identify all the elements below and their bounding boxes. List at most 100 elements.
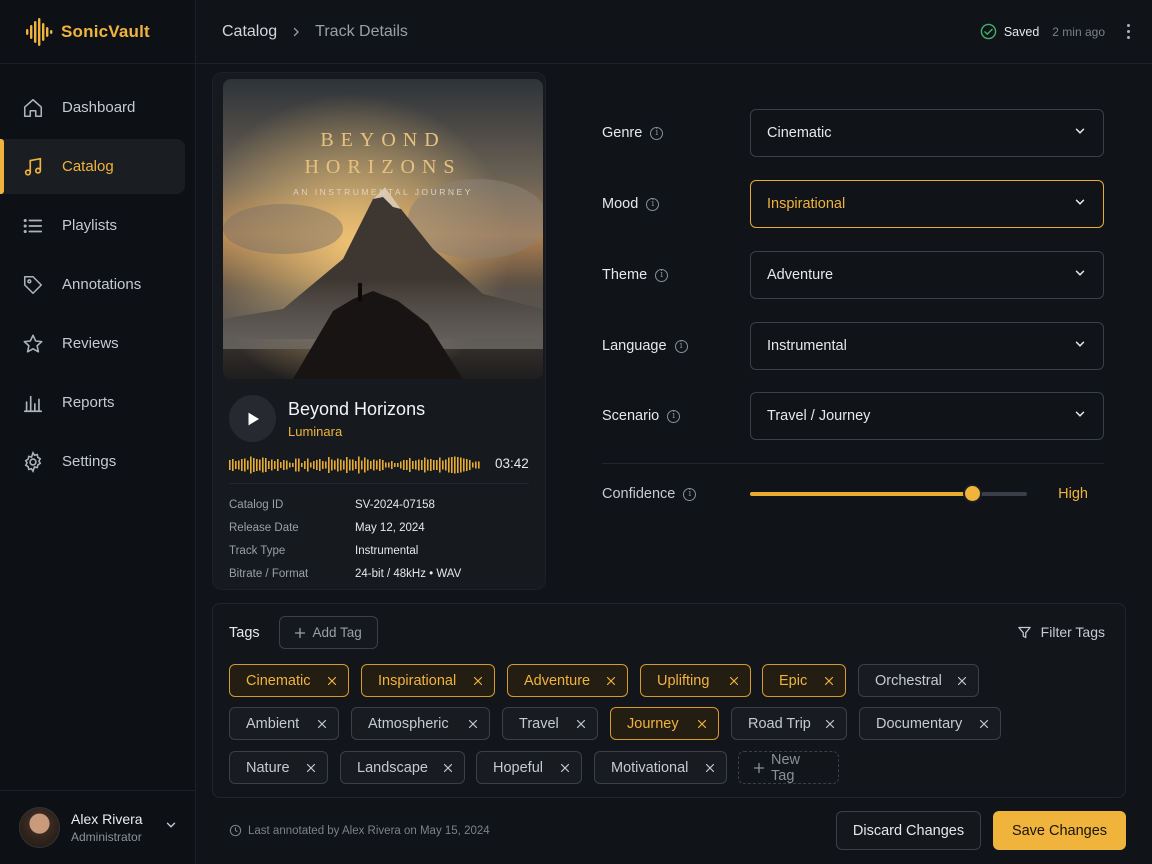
close-icon[interactable] <box>295 762 317 774</box>
sidebar-item-annotations[interactable]: Annotations <box>0 257 185 312</box>
app-logo[interactable]: SonicVault <box>0 0 195 64</box>
chevron-down-icon <box>1073 124 1087 143</box>
tag-chip[interactable]: Motivational <box>594 751 727 784</box>
scenario-select[interactable]: Travel / Journey <box>750 392 1104 440</box>
mountain-landscape-image <box>223 79 543 379</box>
confidence-field: Confidence i High <box>602 476 1102 512</box>
waveform-bar <box>382 460 384 470</box>
tag-chip[interactable]: Nature <box>229 751 328 784</box>
sidebar-item-dashboard[interactable]: Dashboard <box>0 80 185 135</box>
waveform-bar <box>466 459 468 471</box>
filter-tags-button[interactable]: Filter Tags <box>1017 624 1105 640</box>
tag-chip[interactable]: Landscape <box>340 751 465 784</box>
discard-changes-button[interactable]: Discard Changes <box>836 811 981 850</box>
add-tag-button[interactable]: Add Tag <box>278 616 378 649</box>
theme-select[interactable]: Adventure <box>750 251 1104 299</box>
close-icon[interactable] <box>462 675 484 687</box>
info-icon[interactable]: i <box>646 197 660 211</box>
tag-chip[interactable]: Ambient <box>229 707 339 740</box>
mood-select[interactable]: Inspirational <box>750 180 1104 228</box>
waveform-bar <box>310 462 312 468</box>
close-icon[interactable] <box>686 718 708 730</box>
waveform-bar <box>445 459 447 471</box>
artwork-title: BEYOND HORIZONS <box>304 129 462 178</box>
album-artwork: BEYOND HORIZONS AN INSTRUMENTAL JOURNEY <box>223 79 543 379</box>
breadcrumb-catalog-link[interactable]: Catalog <box>222 23 277 41</box>
waveform-bar <box>286 460 288 470</box>
tag-chip[interactable]: Road Trip <box>731 707 847 740</box>
close-icon[interactable] <box>316 675 338 687</box>
close-icon[interactable] <box>565 718 587 730</box>
app-name: SonicVault <box>61 21 150 41</box>
info-icon[interactable]: i <box>667 409 681 423</box>
last-annotated-text: Last annotated by Alex Rivera on May 15,… <box>248 824 490 837</box>
sidebar-item-reports[interactable]: Reports <box>0 375 185 430</box>
close-icon[interactable] <box>549 762 571 774</box>
gear-icon <box>22 450 44 473</box>
tag-chip[interactable]: Epic <box>762 664 846 697</box>
more-options-icon[interactable] <box>1127 24 1130 39</box>
save-changes-button[interactable]: Save Changes <box>993 811 1126 850</box>
close-icon[interactable] <box>814 718 836 730</box>
sidebar-item-label: Reports <box>62 394 115 411</box>
sidebar-item-label: Annotations <box>62 276 142 293</box>
close-icon[interactable] <box>306 718 328 730</box>
language-select[interactable]: Instrumental <box>750 322 1104 370</box>
slider-fill <box>750 492 972 496</box>
close-icon[interactable] <box>946 675 968 687</box>
tag-chip[interactable]: Travel <box>502 707 598 740</box>
tag-chip[interactable]: Journey <box>610 707 719 740</box>
field-label: Language i <box>602 338 750 354</box>
waveform-bar <box>229 460 231 470</box>
new-tag-button[interactable]: New Tag <box>738 751 839 784</box>
waveform-bar <box>376 460 378 470</box>
genre-select[interactable]: Cinematic <box>750 109 1104 157</box>
tag-chip[interactable]: Adventure <box>507 664 628 697</box>
waveform-bar <box>322 461 324 469</box>
close-icon[interactable] <box>718 675 740 687</box>
close-icon[interactable] <box>694 762 716 774</box>
tag-chip[interactable]: Inspirational <box>361 664 495 697</box>
play-button[interactable] <box>229 395 276 442</box>
tag-chip[interactable]: Hopeful <box>476 751 582 784</box>
tag-chip[interactable]: Atmospheric <box>351 707 490 740</box>
close-icon[interactable] <box>457 718 479 730</box>
confidence-slider[interactable] <box>750 486 1027 501</box>
waveform-bar <box>346 457 348 473</box>
waveform-bar <box>460 457 462 473</box>
sidebar-item-catalog[interactable]: Catalog <box>0 139 185 194</box>
waveform-bar <box>391 461 393 469</box>
sidebar-item-settings[interactable]: Settings <box>0 434 185 489</box>
close-icon[interactable] <box>595 675 617 687</box>
track-artist[interactable]: Luminara <box>288 424 425 439</box>
tag-label: Ambient <box>246 715 300 732</box>
chevron-down-icon[interactable] <box>164 818 178 837</box>
sidebar: SonicVault Dashboard Catalog Playlists A… <box>0 0 196 864</box>
info-icon[interactable]: i <box>655 268 669 282</box>
info-icon[interactable]: i <box>683 487 697 501</box>
info-icon[interactable]: i <box>674 339 688 353</box>
close-icon[interactable] <box>968 718 990 730</box>
waveform-bar <box>274 461 276 469</box>
user-menu[interactable]: Alex Rivera Administrator <box>0 790 196 864</box>
waveform-bar <box>331 459 333 471</box>
close-icon[interactable] <box>813 675 835 687</box>
tag-chip[interactable]: Orchestral <box>858 664 979 697</box>
close-icon[interactable] <box>432 762 454 774</box>
tag-chip[interactable]: Cinematic <box>229 664 349 697</box>
info-icon[interactable]: i <box>650 126 664 140</box>
play-icon <box>244 410 262 428</box>
slider-handle[interactable] <box>964 486 980 501</box>
tag-chip[interactable]: Documentary <box>859 707 1001 740</box>
waveform-bar <box>424 457 426 473</box>
tag-chip[interactable]: Uplifting <box>640 664 751 697</box>
sidebar-item-reviews[interactable]: Reviews <box>0 316 185 371</box>
annotation-fields: Genre i Cinematic Mood i Inspirational The… <box>562 72 1126 590</box>
waveform-bar <box>295 458 297 472</box>
waveform-bar <box>430 459 432 471</box>
waveform-bar <box>427 459 429 471</box>
waveform-bar <box>373 459 375 471</box>
sidebar-item-playlists[interactable]: Playlists <box>0 198 185 253</box>
waveform-bar <box>280 462 282 468</box>
waveform[interactable] <box>229 455 485 475</box>
